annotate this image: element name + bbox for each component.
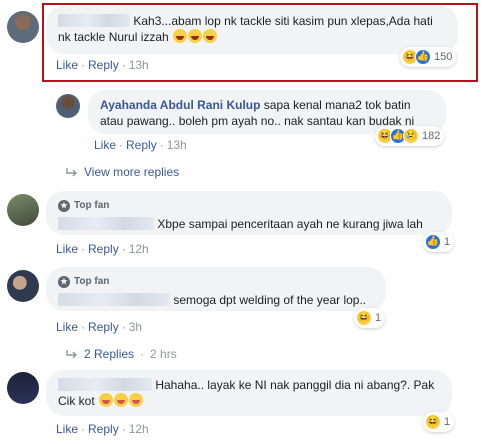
like-link[interactable]: Like [56, 320, 78, 334]
reaction-summary[interactable]: 👍 1 [423, 232, 455, 252]
comment-actions: Like · Reply · 13h [94, 138, 187, 152]
blurred-name [58, 293, 170, 306]
haha-icon: 😆 [356, 310, 372, 326]
comment-text: semoga dpt welding of the year lop.. [173, 293, 367, 307]
comment-actions: Like · Reply · 3h [56, 320, 143, 334]
reply-arrow-icon [66, 168, 77, 177]
top-fan-icon: ★ [58, 276, 70, 288]
sad-icon: 😢 [403, 128, 419, 144]
reaction-count: 1 [375, 312, 382, 324]
top-fan-icon: ★ [58, 200, 70, 212]
timestamp[interactable]: 12h [129, 242, 149, 256]
top-fan-badge: ★ Top fan [58, 274, 374, 290]
reply-arrow-icon [66, 350, 77, 359]
tongue-emoji-icon [114, 393, 129, 407]
like-icon: 👍 [425, 234, 441, 250]
timestamp[interactable]: 3h [129, 320, 142, 334]
replies-label[interactable]: 2 Replies [84, 347, 134, 361]
avatar[interactable] [7, 270, 39, 302]
badge-label: Top fan [74, 200, 110, 211]
reaction-summary[interactable]: 😆 1 [423, 412, 455, 432]
haha-icon: 😆 [425, 414, 441, 430]
comment-bubble: ★ Top fan Xbpe sampai penceritaan ayah n… [46, 191, 452, 235]
avatar[interactable] [7, 194, 39, 226]
tongue-emoji-icon [99, 393, 114, 407]
comment-actions: Like · Reply · 12h [56, 422, 149, 436]
reaction-summary[interactable]: 😆 👍 😢 182 [375, 126, 445, 146]
timestamp[interactable]: 13h [167, 138, 187, 152]
reply-link[interactable]: Reply [88, 242, 119, 256]
view-more-label[interactable]: View more replies [84, 165, 179, 179]
replies-toggle[interactable]: 2 Replies · 2 hrs [66, 347, 177, 361]
commenter-name[interactable]: Ayahanda Abdul Rani Kulup [100, 98, 260, 112]
view-more-replies[interactable]: View more replies [66, 165, 179, 179]
avatar[interactable] [7, 11, 39, 43]
comment-text: Xbpe sampai penceritaan ayah ne kurang j… [157, 217, 423, 231]
reaction-count: 1 [444, 416, 451, 428]
like-link[interactable]: Like [56, 242, 78, 256]
top-fan-badge: ★ Top fan [58, 198, 440, 214]
blurred-name [58, 217, 154, 230]
reply-link[interactable]: Reply [88, 320, 119, 334]
like-link[interactable]: Like [94, 138, 116, 152]
comment-actions: Like · Reply · 12h [56, 242, 149, 256]
highlight-box [42, 3, 478, 82]
timestamp[interactable]: 12h [129, 422, 149, 436]
reply-link[interactable]: Reply [88, 422, 119, 436]
replies-time: 2 hrs [150, 347, 177, 361]
badge-label: Top fan [74, 276, 110, 287]
reaction-count: 1 [444, 236, 451, 248]
blurred-name [58, 378, 152, 391]
tongue-emoji-icon [129, 393, 144, 407]
comment-bubble: ★ Top fan semoga dpt welding of the year… [46, 267, 386, 311]
like-link[interactable]: Like [56, 422, 78, 436]
comment-bubble: Hahaha.. layak ke NI nak panggil dia ni … [46, 370, 452, 416]
avatar[interactable] [56, 94, 80, 118]
reaction-count: 182 [422, 130, 441, 142]
reaction-summary[interactable]: 😆 1 [354, 308, 386, 328]
avatar[interactable] [7, 372, 39, 404]
reply-link[interactable]: Reply [126, 138, 157, 152]
